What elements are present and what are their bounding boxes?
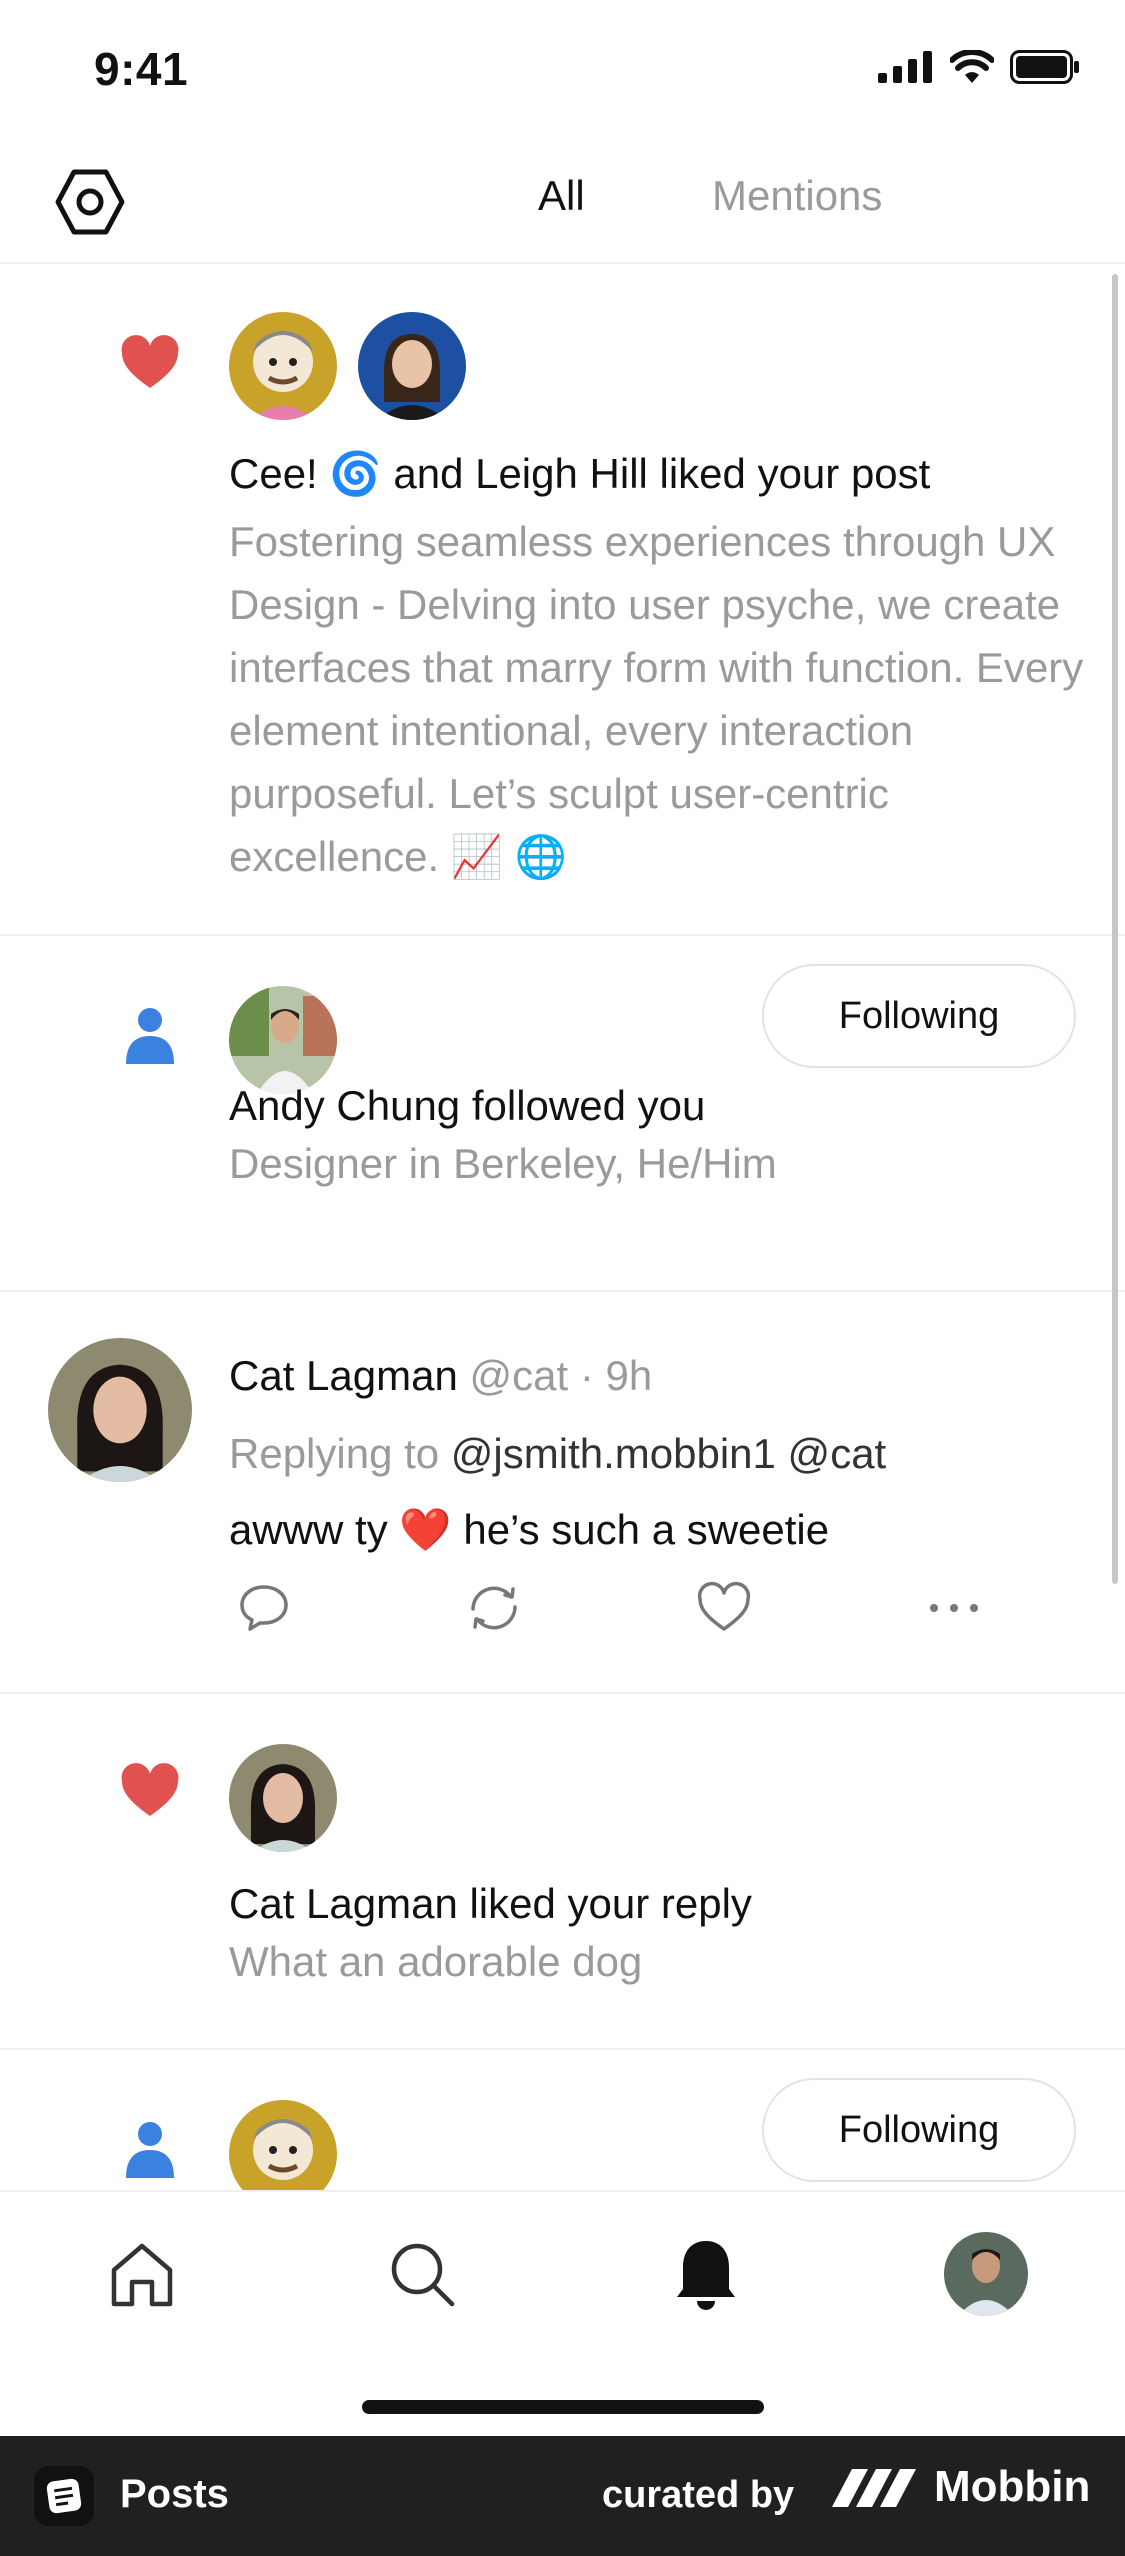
heart-icon — [121, 335, 179, 388]
mobbin-brand: Mobbin — [830, 2462, 1090, 2512]
following-button[interactable]: Following — [762, 2078, 1076, 2182]
red-heart-emoji: ❤️ — [399, 1506, 452, 1553]
notifications-feed[interactable]: Cee! 🌀 and Leigh Hill liked your post Fo… — [0, 264, 1125, 2190]
avatar-andy-chung[interactable] — [229, 986, 337, 1094]
mobbin-brand-name: Mobbin — [934, 2462, 1091, 2511]
tab-all[interactable]: All — [538, 172, 585, 220]
avatar-cee[interactable] — [229, 2100, 337, 2190]
meta-separator: · — [579, 1352, 594, 1399]
search-icon — [391, 2243, 455, 2307]
avatar-cee[interactable] — [229, 312, 337, 420]
author-handle[interactable]: @cat — [469, 1352, 568, 1399]
like-button[interactable] — [692, 1576, 756, 1640]
replying-prefix: Replying to — [229, 1430, 440, 1477]
top-nav: All Mentions — [0, 140, 1125, 264]
posts-app-icon — [34, 2466, 94, 2526]
status-time: 9:41 — [94, 43, 189, 95]
bottom-tab-bar — [0, 2190, 1125, 2436]
feed-scrollbar[interactable] — [1112, 274, 1118, 1584]
post-preview-text: Fostering seamless experiences through U… — [229, 518, 1084, 880]
notification-like-post[interactable]: Cee! 🌀 and Leigh Hill liked your post Fo… — [0, 264, 1125, 936]
following-button[interactable]: Following — [762, 964, 1076, 1068]
tab-profile[interactable] — [944, 2232, 1028, 2316]
home-icon — [111, 2243, 173, 2307]
reply-header: Cat Lagman @cat · 9h — [229, 1352, 652, 1400]
home-indicator — [362, 2400, 764, 2414]
notification-headline: Andy Chung followed you — [229, 1082, 706, 1129]
cellular-signal-icon — [878, 51, 932, 83]
post-time: 9h — [605, 1352, 653, 1399]
replying-handles[interactable]: @jsmith.mobbin1 @cat — [451, 1430, 886, 1477]
notification-follow[interactable]: Following — [0, 2050, 1125, 2190]
avatar-leigh-hill[interactable] — [358, 312, 466, 420]
repost-icon — [471, 1586, 517, 1630]
status-icons — [878, 50, 1080, 84]
person-icon — [126, 2122, 174, 2178]
avatar-cat-lagman[interactable] — [48, 1338, 192, 1482]
tab-notifications[interactable] — [664, 2232, 748, 2316]
reply-body-end: he’s such a sweetie — [463, 1506, 830, 1553]
notification-reply[interactable]: Cat Lagman @cat · 9h Replying to @jsmith… — [0, 1292, 1125, 1694]
banner-app-name: Posts — [120, 2472, 229, 2516]
tab-mentions[interactable]: Mentions — [712, 172, 882, 220]
bell-icon — [677, 2241, 735, 2310]
comment-icon — [240, 1585, 288, 1631]
follower-bio: Designer in Berkeley, He/Him — [229, 1140, 777, 1187]
person-icon — [126, 1008, 174, 1064]
wifi-icon — [950, 50, 994, 83]
like-icon — [697, 1581, 751, 1631]
avatar-cat-lagman[interactable] — [229, 1744, 337, 1852]
mobbin-banner: Posts curated by Mobbin — [0, 2436, 1125, 2556]
battery-icon — [1010, 50, 1079, 84]
banner-curated-by: curated by — [602, 2474, 795, 2516]
tab-search[interactable] — [380, 2232, 464, 2316]
repost-button[interactable] — [462, 1576, 526, 1640]
profile-avatar — [944, 2232, 1028, 2316]
comment-button[interactable] — [232, 1576, 296, 1640]
replying-to: Replying to @jsmith.mobbin1 @cat — [229, 1430, 886, 1478]
reply-body-start: awww ty — [229, 1506, 388, 1553]
reply-preview-text: What an adorable dog — [229, 1938, 643, 1985]
notification-headline: Cee! 🌀 and Leigh Hill liked your post — [229, 450, 931, 497]
tab-home[interactable] — [100, 2232, 184, 2316]
status-bar: 9:41 — [0, 0, 1125, 140]
more-options-button[interactable] — [922, 1576, 986, 1640]
mobbin-logo-icon — [832, 2469, 916, 2507]
notification-follow[interactable]: Following Andy Chung followed you Design… — [0, 936, 1125, 1292]
notification-headline: Cat Lagman liked your reply — [229, 1880, 752, 1927]
notification-like-reply[interactable]: Cat Lagman liked your reply What an ador… — [0, 1694, 1125, 2050]
more-icon — [930, 1604, 978, 1612]
author-name[interactable]: Cat Lagman — [229, 1352, 458, 1399]
settings-button[interactable] — [52, 164, 128, 240]
heart-icon — [121, 1763, 179, 1816]
reply-body: awww ty ❤️ he’s such a sweetie — [229, 1506, 829, 1555]
hexagon-settings-icon — [55, 169, 125, 235]
